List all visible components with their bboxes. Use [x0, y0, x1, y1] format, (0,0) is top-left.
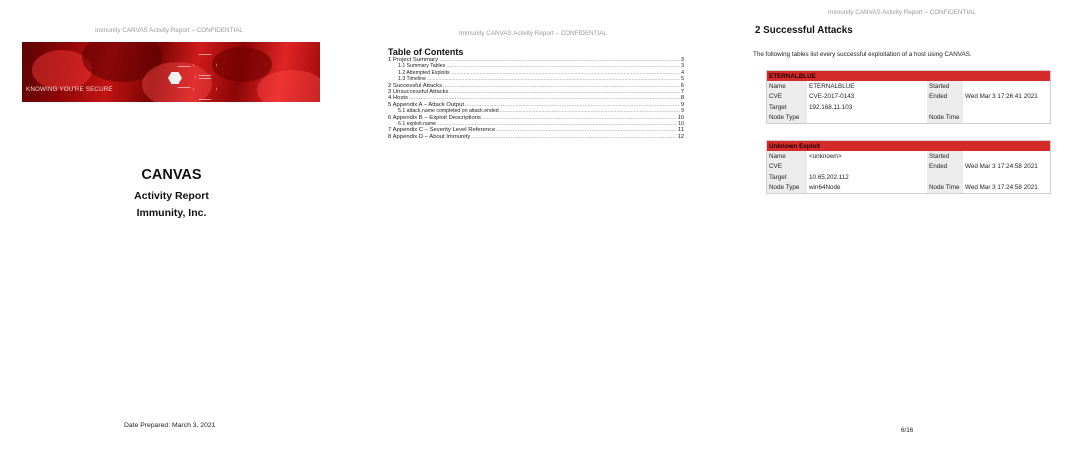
field-label: Ended	[927, 161, 963, 172]
field-value: Wed Mar 3 17:24:58 2021	[965, 163, 1038, 171]
field-value: win64Node	[809, 184, 841, 192]
table-row: Target 192.168.11.103	[766, 102, 1051, 113]
toc-list: 1 Project Summary31.1 Summary Tables31.2…	[388, 57, 684, 140]
toc-entry-label: 8 Appendix D – About Immunity	[388, 133, 471, 140]
field-value: Wed Mar 3 17:26:41 2021	[965, 93, 1038, 101]
field-label	[927, 172, 963, 183]
field-label: CVE	[766, 91, 807, 102]
banner-motto: KNOWING YOU'RE SECURE	[26, 86, 113, 93]
field-label: Name	[766, 81, 807, 92]
attack-name-header: ETERNALBLUE	[766, 70, 1051, 81]
field-value: ETERNALBLUE	[809, 82, 855, 90]
field-label: Node Time	[927, 182, 963, 194]
report-title: CANVAS	[141, 167, 202, 183]
attack-table: ETERNALBLUE Name ETERNALBLUE Started CVE…	[766, 70, 1051, 124]
table-row: Name ETERNALBLUE Started	[766, 81, 1051, 92]
toc-entry-page: 12	[677, 133, 684, 140]
cover-banner-image: KNOWING YOU'RE SECURE	[22, 42, 320, 102]
field-label: Name	[766, 151, 807, 162]
field-label: Started	[927, 151, 963, 162]
field-label: CVE	[766, 161, 807, 172]
cover-page: Immunity CANVAS Activity Report – CONFID…	[0, 0, 355, 461]
field-label: Started	[927, 81, 963, 92]
field-label: Target	[766, 172, 807, 183]
field-label	[927, 102, 963, 113]
page-number: 6/16	[901, 427, 914, 434]
company-name: Immunity, Inc.	[136, 207, 207, 219]
toc-entry[interactable]: 8 Appendix D – About Immunity 12	[388, 134, 684, 140]
field-value: Wed Mar 3 17:24:58 2021	[965, 184, 1038, 192]
field-value	[963, 81, 1051, 92]
field-value	[963, 102, 1051, 113]
field-value	[963, 151, 1051, 162]
field-value	[807, 162, 927, 173]
date-prepared: Date Prepared: March 3, 2021	[124, 422, 216, 429]
field-value: <unknown>	[809, 152, 842, 160]
field-label: Node Time	[927, 112, 963, 124]
field-value	[963, 113, 1051, 124]
attack-name-header: Unknown Exploit	[766, 140, 1051, 151]
field-value	[963, 172, 1051, 183]
table-row: Node Type Node Time	[766, 112, 1051, 124]
page-header: Immunity CANVAS Activity Report – CONFID…	[95, 27, 243, 34]
attack-table: Unknown Exploit Name <unknown> Started C…	[766, 140, 1051, 194]
successful-attacks-page: Immunity CANVAS Activity Report – CONFID…	[700, 0, 1080, 461]
page-header: Immunity CANVAS Activity Report – CONFID…	[459, 30, 607, 37]
field-value: 192.168.11.103	[809, 103, 853, 111]
field-value	[807, 113, 927, 124]
toc-title: Table of Contents	[388, 47, 464, 57]
table-row: Name <unknown> Started	[766, 151, 1051, 162]
table-row: Node Type win64Node Node Time Wed Mar 3 …	[766, 182, 1051, 194]
field-label: Ended	[927, 91, 963, 102]
field-value: 10.65.202.112	[809, 173, 849, 181]
section-intro: The following tables list every successf…	[753, 51, 972, 58]
report-subtitle: Activity Report	[134, 190, 209, 202]
field-label: Node Type	[766, 112, 807, 124]
toc-leader-dots	[471, 134, 676, 140]
section-title: 2 Successful Attacks	[755, 25, 853, 36]
page-header: Immunity CANVAS Activity Report – CONFID…	[828, 9, 976, 16]
table-row: CVE CVE-2017-0143 Ended Wed Mar 3 17:26:…	[766, 91, 1051, 102]
field-label: Target	[766, 102, 807, 113]
table-row: CVE Ended Wed Mar 3 17:24:58 2021	[766, 161, 1051, 173]
table-row: Target 10.65.202.112	[766, 172, 1051, 183]
field-value: CVE-2017-0143	[809, 93, 855, 101]
field-label: Node Type	[766, 182, 807, 194]
toc-page: Immunity CANVAS Activity Report – CONFID…	[355, 0, 700, 461]
